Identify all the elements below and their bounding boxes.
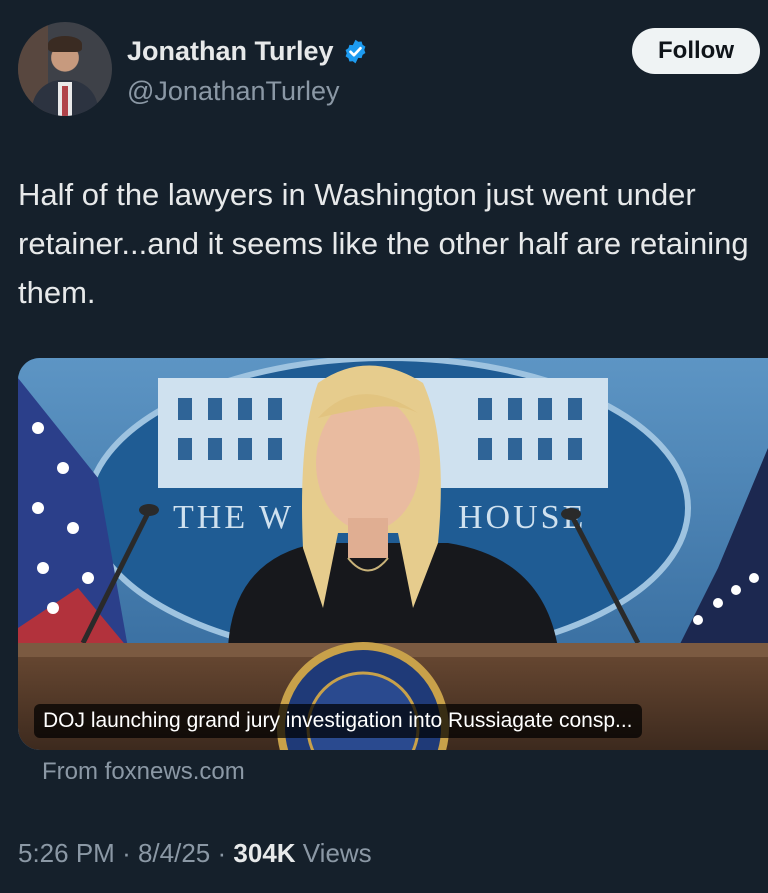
author-handle[interactable]: @JonathanTurley <box>127 76 340 107</box>
card-source[interactable]: From foxnews.com <box>42 758 245 786</box>
meta-separator: · <box>217 838 227 868</box>
views-label: Views <box>302 838 372 868</box>
card-headline[interactable]: DOJ launching grand jury investigation i… <box>34 704 642 738</box>
author-name-row[interactable]: Jonathan Turley <box>127 36 369 67</box>
tweet-date[interactable]: 8/4/25 <box>138 838 210 868</box>
views-count: 304K <box>233 838 296 868</box>
tweet-meta: 5:26 PM · 8/4/25 · 304K Views <box>18 838 372 869</box>
verified-badge-icon <box>345 39 365 64</box>
tweet-time[interactable]: 5:26 PM <box>18 838 115 868</box>
follow-button[interactable]: Follow <box>632 28 760 74</box>
tweet-text: Half of the lawyers in Washington just w… <box>18 177 749 310</box>
meta-separator: · <box>122 838 131 868</box>
link-card[interactable]: THE W HOUSE DOJ launching grand jury inv… <box>18 358 768 750</box>
press-briefing-image: THE W HOUSE <box>18 358 768 750</box>
svg-text:THE W: THE W <box>173 499 294 536</box>
avatar[interactable] <box>18 22 112 116</box>
tweet-header: Jonathan Turley @JonathanTurley Follow <box>18 22 760 122</box>
author-name[interactable]: Jonathan Turley <box>127 36 334 67</box>
